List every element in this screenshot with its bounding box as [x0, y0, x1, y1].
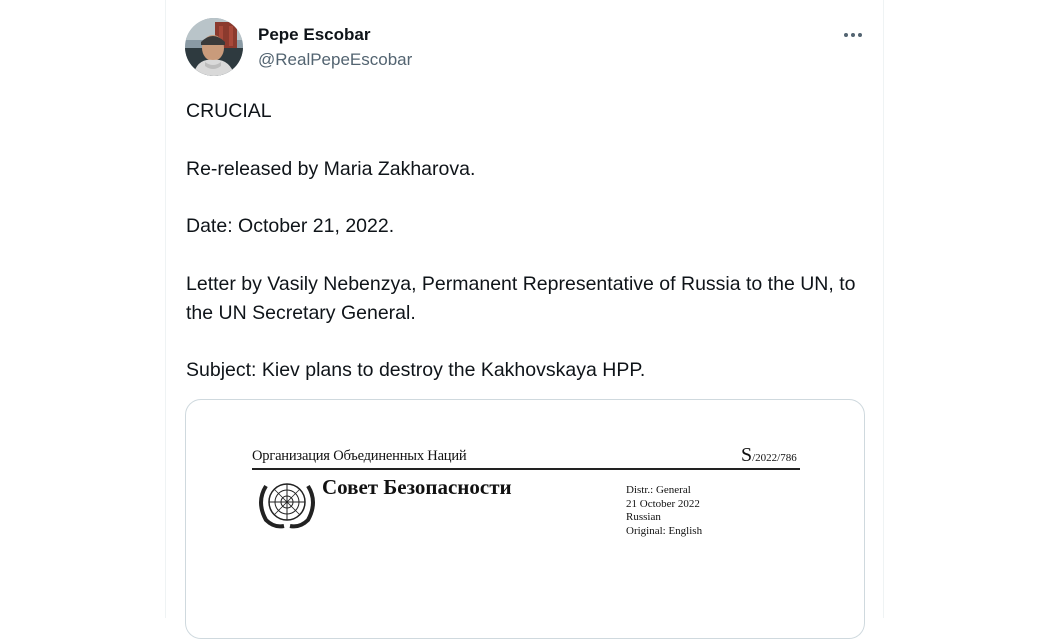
more-horizontal-icon [844, 33, 862, 37]
profile-photo [185, 18, 243, 76]
document-language: Russian [626, 511, 661, 523]
document-distribution: Distr.: General [626, 484, 691, 496]
tweet-paragraph: Date: October 21, 2022. [186, 215, 395, 237]
avatar[interactable] [185, 18, 243, 76]
tweet-paragraph: CRUCIAL [186, 100, 272, 122]
tweet-paragraph: Re-released by Maria Zakharova. [186, 157, 476, 180]
document-symbol: S/2022/786 [741, 444, 797, 467]
document-scan: Организация Объединенных Наций S/2022/78… [186, 400, 864, 638]
tweet-text: CRUCIAL Re-released by Maria Zakharova. … [186, 97, 858, 385]
tweet-paragraph: Letter by Vasily Nebenzya, Permanent Rep… [186, 272, 856, 324]
more-options-button[interactable] [838, 22, 868, 48]
media-image[interactable]: Организация Объединенных Наций S/2022/78… [185, 399, 865, 639]
tweet-paragraph: Subject: Kiev plans to destroy the Kakho… [186, 359, 646, 381]
un-emblem-icon [254, 476, 320, 530]
document-symbol-number: /2022/786 [752, 452, 797, 464]
author-name[interactable]: Pepe Escobar [258, 25, 370, 45]
document-divider [252, 468, 800, 470]
document-metadata: Distr.: General 21 October 2022 Russian … [626, 484, 702, 538]
document-symbol-prefix: S [741, 444, 753, 466]
document-organization: Организация Объединенных Наций [252, 448, 467, 464]
document-council: Совет Безопасности [322, 475, 512, 499]
author-handle[interactable]: @RealPepeEscobar [258, 50, 412, 70]
document-original-language: Original: English [626, 524, 703, 537]
document-date: 21 October 2022 [626, 497, 700, 510]
